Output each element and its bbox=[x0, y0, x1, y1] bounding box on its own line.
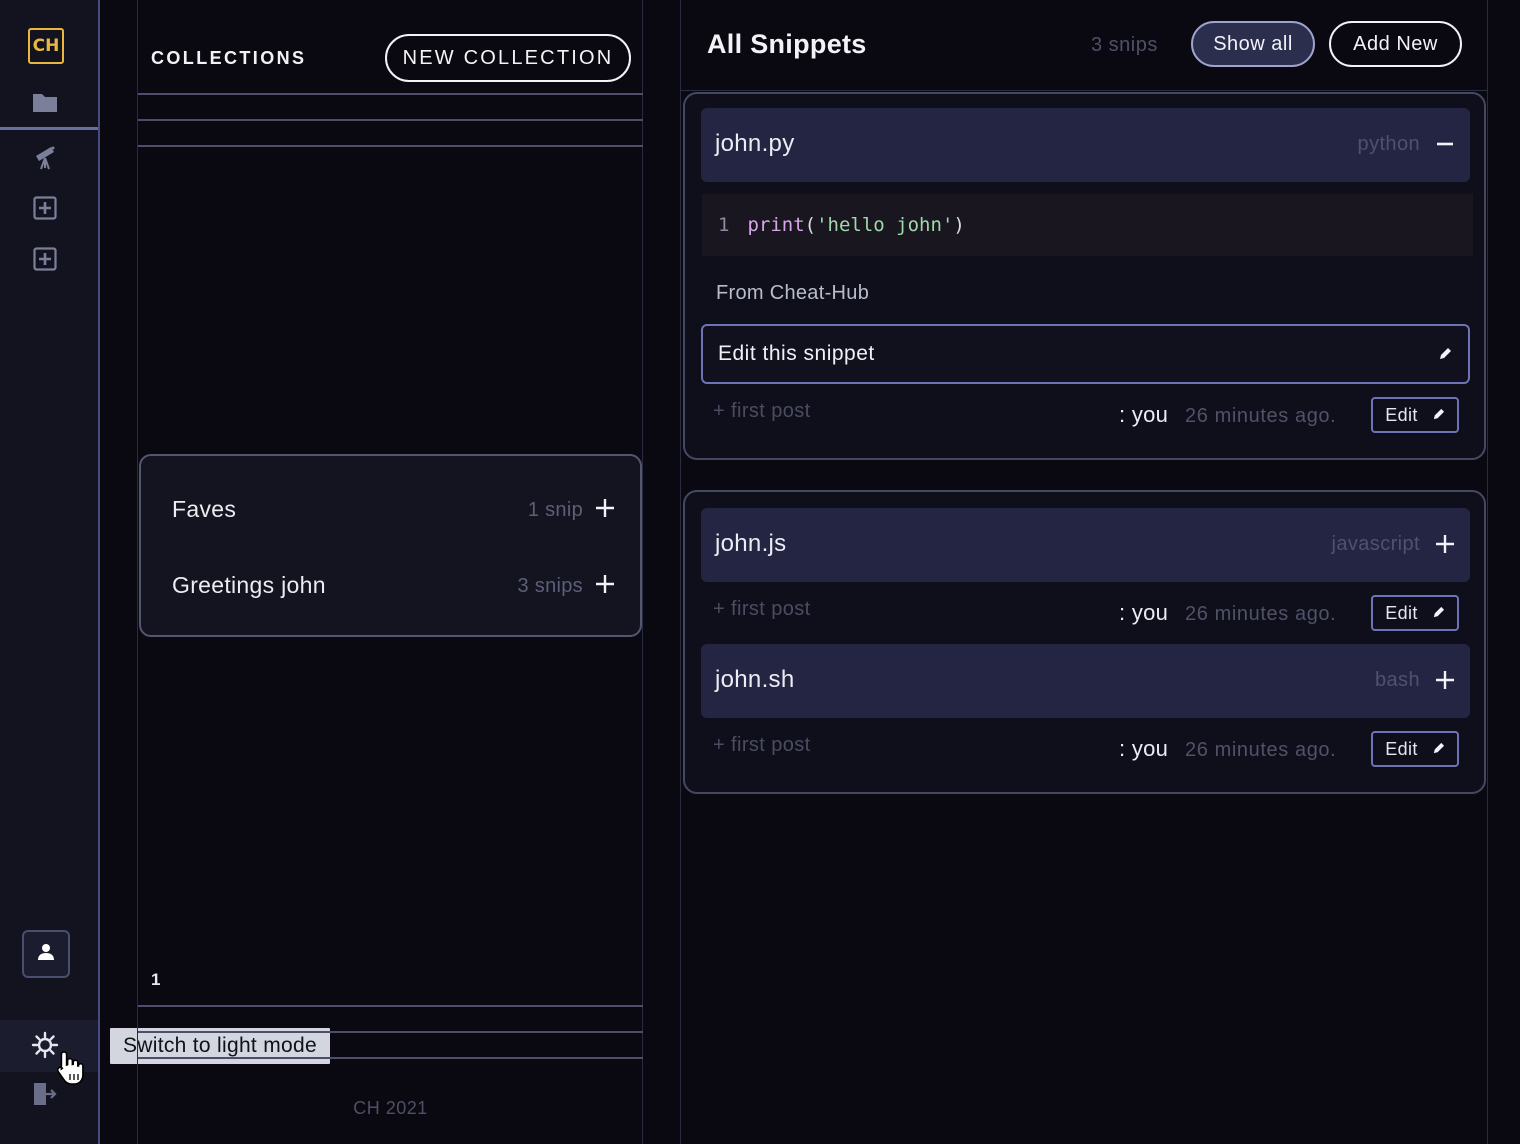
snippet-time: 26 minutes ago. bbox=[1185, 603, 1337, 625]
add-new-button[interactable]: Add New bbox=[1329, 21, 1462, 67]
snippet-name: john.sh bbox=[715, 666, 795, 693]
edit-label: Edit bbox=[1385, 738, 1418, 759]
divider bbox=[138, 1005, 643, 1007]
edit-button[interactable]: Edit bbox=[1371, 731, 1459, 767]
show-all-button[interactable]: Show all bbox=[1191, 21, 1315, 67]
footer-text: CH 2021 bbox=[353, 1098, 428, 1118]
edit-button[interactable]: Edit bbox=[1371, 397, 1459, 433]
edit-label: Edit bbox=[1385, 602, 1418, 623]
snippet-tag[interactable]: + first post bbox=[713, 598, 811, 621]
pencil-icon bbox=[1438, 347, 1452, 361]
snippet-name: john.py bbox=[715, 130, 795, 157]
snippet-description: From Cheat-Hub bbox=[716, 282, 870, 304]
edit-label: Edit bbox=[1385, 404, 1418, 425]
snippet-card-expanded: john.py python 1 print('hello john') From… bbox=[683, 92, 1486, 460]
snippet-time: 26 minutes ago. bbox=[1185, 739, 1337, 761]
edit-this-snippet-button[interactable]: Edit this snippet bbox=[701, 324, 1470, 384]
snippet-name: john.js bbox=[715, 530, 787, 557]
collections-list: Faves 1 snip Greetings john 3 snips bbox=[139, 454, 642, 637]
collection-name: Greetings john bbox=[172, 572, 326, 598]
user-profile-button[interactable] bbox=[22, 930, 70, 978]
pencil-icon bbox=[1432, 405, 1445, 426]
code-function: print bbox=[747, 214, 805, 236]
plus-square-icon[interactable] bbox=[32, 246, 58, 272]
collection-count: 1 snip bbox=[527, 499, 583, 521]
collapse-minus-icon[interactable] bbox=[1434, 133, 1456, 155]
snippet-meta: + first post : you 26 minutes ago. Edit bbox=[701, 731, 1470, 774]
expand-plus-icon[interactable] bbox=[1434, 533, 1456, 555]
snippets-panel: All Snippets 3 snips Show all Add New jo… bbox=[680, 0, 1488, 1144]
user-icon bbox=[37, 943, 55, 966]
snippet-tag[interactable]: + first post bbox=[713, 400, 811, 423]
snippet-language: bash bbox=[1375, 669, 1420, 691]
snippet-author: : you bbox=[1119, 402, 1169, 427]
divider bbox=[138, 93, 643, 95]
collections-panel: COLLECTIONS NEW COLLECTION Faves 1 snip … bbox=[137, 0, 643, 1144]
snippet-language: python bbox=[1357, 133, 1420, 155]
edit-snippet-label: Edit this snippet bbox=[718, 342, 875, 365]
snippet-card-group: john.js javascript + first post : you 26… bbox=[683, 490, 1486, 794]
plus-square-icon[interactable] bbox=[32, 195, 58, 221]
code-line-number: 1 bbox=[718, 214, 730, 236]
collection-name: Faves bbox=[172, 496, 237, 522]
pencil-icon bbox=[1432, 739, 1445, 760]
divider bbox=[138, 1057, 643, 1059]
collection-item-greetings-john[interactable]: Greetings john 3 snips bbox=[172, 566, 617, 606]
code-paren: ( bbox=[804, 214, 817, 236]
pagination-page[interactable]: 1 bbox=[151, 970, 160, 990]
snippet-header[interactable]: john.sh bash bbox=[701, 644, 1470, 718]
snippet-author: : you bbox=[1119, 736, 1169, 761]
code-paren: ) bbox=[953, 214, 965, 236]
divider bbox=[138, 119, 643, 121]
telescope-icon[interactable] bbox=[32, 144, 58, 170]
hand-cursor-icon bbox=[56, 1050, 86, 1086]
snippet-author: : you bbox=[1119, 600, 1169, 625]
sun-icon bbox=[31, 1031, 59, 1064]
divider bbox=[681, 90, 1487, 91]
app-logo[interactable]: CH bbox=[28, 28, 64, 64]
logout-icon bbox=[31, 1081, 57, 1112]
collections-title: COLLECTIONS bbox=[151, 48, 307, 68]
snippet-tag[interactable]: + first post bbox=[713, 734, 811, 757]
collection-item-faves[interactable]: Faves 1 snip bbox=[172, 490, 617, 530]
snippet-meta: + first post : you 26 minutes ago. Edit bbox=[701, 595, 1470, 638]
code-string: 'hello john' bbox=[816, 214, 954, 236]
folder-icon[interactable] bbox=[32, 89, 58, 115]
pencil-icon bbox=[1432, 603, 1445, 624]
snippet-header[interactable]: john.py python bbox=[701, 108, 1470, 182]
divider bbox=[138, 145, 643, 147]
app-root: CH Switch to light mode COLLECTIONS NEW … bbox=[0, 0, 1520, 1144]
snippet-header[interactable]: john.js javascript bbox=[701, 508, 1470, 582]
add-to-collection-plus-icon[interactable] bbox=[593, 496, 617, 520]
snippet-time: 26 minutes ago. bbox=[1185, 405, 1337, 427]
add-to-collection-plus-icon[interactable] bbox=[593, 572, 617, 596]
code-block: 1 print('hello john') bbox=[702, 194, 1473, 256]
snippet-meta: + first post : you 26 minutes ago. Edit bbox=[701, 397, 1470, 440]
new-collection-button[interactable]: NEW COLLECTION bbox=[385, 34, 631, 82]
sidebar-active-indicator bbox=[0, 127, 98, 130]
expand-plus-icon[interactable] bbox=[1434, 669, 1456, 691]
edit-button[interactable]: Edit bbox=[1371, 595, 1459, 631]
snippets-count: 3 snips bbox=[1091, 34, 1158, 56]
snippet-language: javascript bbox=[1331, 533, 1420, 555]
sidebar: CH bbox=[0, 0, 100, 1144]
snippets-title: All Snippets bbox=[707, 29, 867, 59]
logout-button[interactable] bbox=[30, 1082, 58, 1110]
divider bbox=[138, 1031, 643, 1033]
collection-count: 3 snips bbox=[517, 575, 583, 597]
